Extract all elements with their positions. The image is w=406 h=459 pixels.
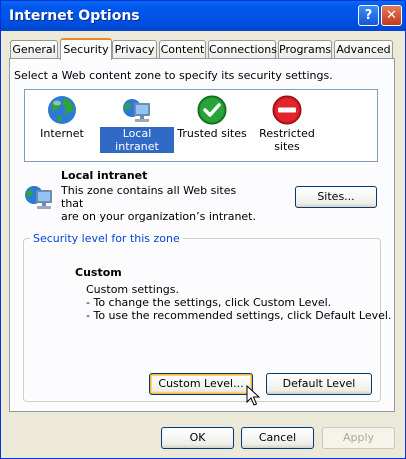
zone-restricted-sites[interactable]: Restricted sites bbox=[250, 94, 324, 153]
zone-trusted-sites[interactable]: Trusted sites bbox=[175, 94, 249, 140]
tab-strip: General Security Privacy Content Connect… bbox=[10, 38, 396, 60]
tab-security[interactable]: Security bbox=[60, 38, 112, 60]
tab-connections[interactable]: Connections bbox=[208, 40, 277, 59]
zone-label: Trusted sites bbox=[177, 127, 247, 140]
apply-button[interactable]: Apply bbox=[322, 427, 395, 449]
tab-content[interactable]: Content bbox=[159, 40, 206, 59]
zone-local-intranet[interactable]: Local intranet bbox=[100, 94, 174, 153]
tab-privacy[interactable]: Privacy bbox=[112, 40, 157, 59]
security-level-description: Custom settings. - To change the setting… bbox=[86, 283, 391, 322]
zone-intro-text: Select a Web content zone to specify its… bbox=[14, 69, 333, 82]
security-level-title: Custom bbox=[75, 266, 122, 279]
window-title: Internet Options bbox=[9, 8, 140, 24]
tab-programs[interactable]: Programs bbox=[278, 40, 332, 59]
zone-label: Restricted sites bbox=[259, 127, 315, 153]
title-bar[interactable]: Internet Options ? ✕ bbox=[1, 1, 405, 31]
custom-level-button[interactable]: Custom Level... bbox=[149, 373, 253, 395]
description-line: are on your organization’s intranet. bbox=[61, 210, 256, 223]
close-icon: ✕ bbox=[386, 8, 397, 23]
selected-zone-description: This zone contains all Web sites that ar… bbox=[61, 184, 261, 223]
question-mark-icon: ? bbox=[364, 8, 373, 23]
security-level-legend: Security level for this zone bbox=[30, 232, 183, 245]
description-line: - To use the recommended settings, click… bbox=[86, 309, 392, 322]
description-line: This zone contains all Web sites that bbox=[61, 184, 237, 210]
globe-icon bbox=[48, 96, 76, 124]
intranet-icon bbox=[25, 186, 52, 209]
help-button[interactable]: ? bbox=[358, 5, 379, 26]
sites-button[interactable]: Sites... bbox=[295, 186, 377, 208]
restricted-icon bbox=[272, 95, 302, 125]
zone-label: Local intranet bbox=[100, 127, 174, 153]
selected-zone-title: Local intranet bbox=[61, 169, 148, 182]
zone-label: Internet bbox=[40, 127, 84, 140]
description-line: Custom settings. bbox=[86, 283, 180, 296]
close-button[interactable]: ✕ bbox=[381, 5, 402, 26]
checkmark-icon bbox=[197, 95, 227, 125]
description-line: - To change the settings, click Custom L… bbox=[86, 296, 332, 309]
tab-advanced[interactable]: Advanced bbox=[334, 40, 393, 59]
intranet-icon bbox=[123, 99, 150, 122]
ok-button[interactable]: OK bbox=[161, 427, 234, 449]
tab-general[interactable]: General bbox=[10, 40, 58, 59]
zone-internet[interactable]: Internet bbox=[25, 94, 99, 140]
cancel-button[interactable]: Cancel bbox=[241, 427, 314, 449]
mouse-pointer-icon bbox=[246, 385, 260, 406]
default-level-button[interactable]: Default Level bbox=[266, 373, 372, 395]
